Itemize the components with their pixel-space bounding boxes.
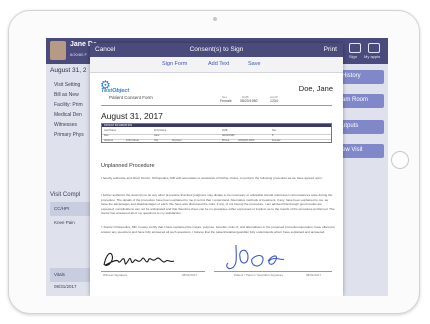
appointments-label: My appts <box>364 54 381 59</box>
patient-info-header: PATIENT INFORMATION <box>102 124 331 127</box>
tablet-screen: Jane De 8/20/80 F Sign My appts August 3… <box>46 38 388 296</box>
signature-line <box>214 271 332 272</box>
logo-text: TestObject <box>101 88 130 94</box>
info-cell: Last Name <box>104 129 117 132</box>
patient-signature-date: 08/31/2017 <box>306 273 322 277</box>
info-cell: Sex <box>272 129 277 132</box>
visit-complete-heading: Visit Compl <box>50 192 81 198</box>
meta-value: 1234 <box>270 99 278 103</box>
tablet-camera <box>213 17 217 21</box>
info-cell: 1234 Street <box>126 139 139 142</box>
info-cell: Address <box>104 139 114 142</box>
info-cell: Doe <box>104 134 109 137</box>
save-button[interactable]: Save <box>248 61 261 67</box>
signature-line <box>101 271 205 272</box>
divider <box>101 105 332 106</box>
info-cell: Phone <box>222 139 230 142</box>
menu-item[interactable]: Witnesses <box>54 122 77 128</box>
patient-details: 8/20/80 F <box>70 52 87 57</box>
form-title: Patient Consent Form <box>109 95 153 100</box>
witness-signature[interactable] <box>102 249 176 269</box>
consent-modal: Cancel Consent(s) to Sign Print Sign For… <box>90 43 343 296</box>
list-item-label: 08/31/2017 <box>54 284 77 289</box>
info-cell: Jane <box>154 134 160 137</box>
menu-item[interactable]: Visit Setting <box>54 82 80 88</box>
consent-document: ⚙ TestObject Patient Consent Form Sex Fe… <box>94 75 339 296</box>
calendar-icon[interactable] <box>349 43 361 53</box>
info-cell: City <box>154 139 159 142</box>
sign-label: Sign <box>349 54 358 59</box>
patient-signature[interactable] <box>222 243 286 271</box>
witness-signature-label: Witness Signature <box>103 273 128 277</box>
new-visit-button-label: ew Visit <box>342 147 363 153</box>
visit-date: August 31, 2 <box>50 67 87 74</box>
info-cell: 08/20/1980 <box>222 134 235 137</box>
modal-header: Cancel Consent(s) to Sign Print <box>90 43 343 57</box>
appointments-icon[interactable] <box>368 43 380 53</box>
info-cell: Female <box>272 139 281 142</box>
witness-signature-date: 08/31/2017 <box>182 273 198 277</box>
patient-info-title: PATIENT INFORMATION <box>104 123 133 127</box>
print-button[interactable]: Print <box>324 46 337 53</box>
patient-info-table: PATIENT INFORMATION Last Name Doe First … <box>101 123 332 143</box>
consent-paragraph: I, Doctor Orthopedics, MD, hereby certif… <box>101 225 335 234</box>
table-divider <box>102 134 331 135</box>
outputs-button-label: utputs <box>342 123 359 129</box>
meta-value: 08/20/1980 <box>240 99 258 103</box>
avatar <box>50 41 66 60</box>
info-cell: F <box>272 134 274 137</box>
consent-paragraph: I further authorize the doctor(s) to do … <box>101 193 335 216</box>
info-cell: (000)000-0000 <box>238 139 255 142</box>
section-heading: Unplanned Procedure <box>101 163 155 169</box>
menu-item[interactable]: Primary Phys <box>54 132 84 138</box>
modal-toolbar: Sign Form Add Text Save <box>90 57 343 73</box>
meta-value: Female <box>220 99 232 103</box>
list-item-label: CC/HPI <box>54 206 70 211</box>
info-cell: DOB <box>222 129 228 132</box>
history-button-label: History <box>342 73 361 79</box>
document-patient-name: Doe, Jane <box>298 84 333 93</box>
menu-item[interactable]: Medical Den <box>54 112 82 118</box>
sign-form-button[interactable]: Sign Form <box>162 61 187 67</box>
exam-room-button-label: am Room <box>342 97 369 103</box>
info-cell: Anytown <box>172 139 182 142</box>
list-item-label: Knee Pain <box>54 220 75 225</box>
document-date: August 31, 2017 <box>101 111 163 121</box>
list-item-label: Vitals <box>54 272 65 277</box>
modal-title: Consent(s) to Sign <box>189 46 244 53</box>
menu-item[interactable]: Facility: Prim <box>54 102 83 108</box>
menu-item[interactable]: Bill as New <box>54 92 79 98</box>
info-cell: First Name <box>154 129 167 132</box>
consent-paragraph: I hereby authorize and direct Doctor, Or… <box>101 176 323 180</box>
add-text-button[interactable]: Add Text <box>208 61 229 67</box>
patient-signature-label: Patient / Parent / Guardian Signature <box>234 273 284 277</box>
home-button[interactable] <box>391 151 409 169</box>
